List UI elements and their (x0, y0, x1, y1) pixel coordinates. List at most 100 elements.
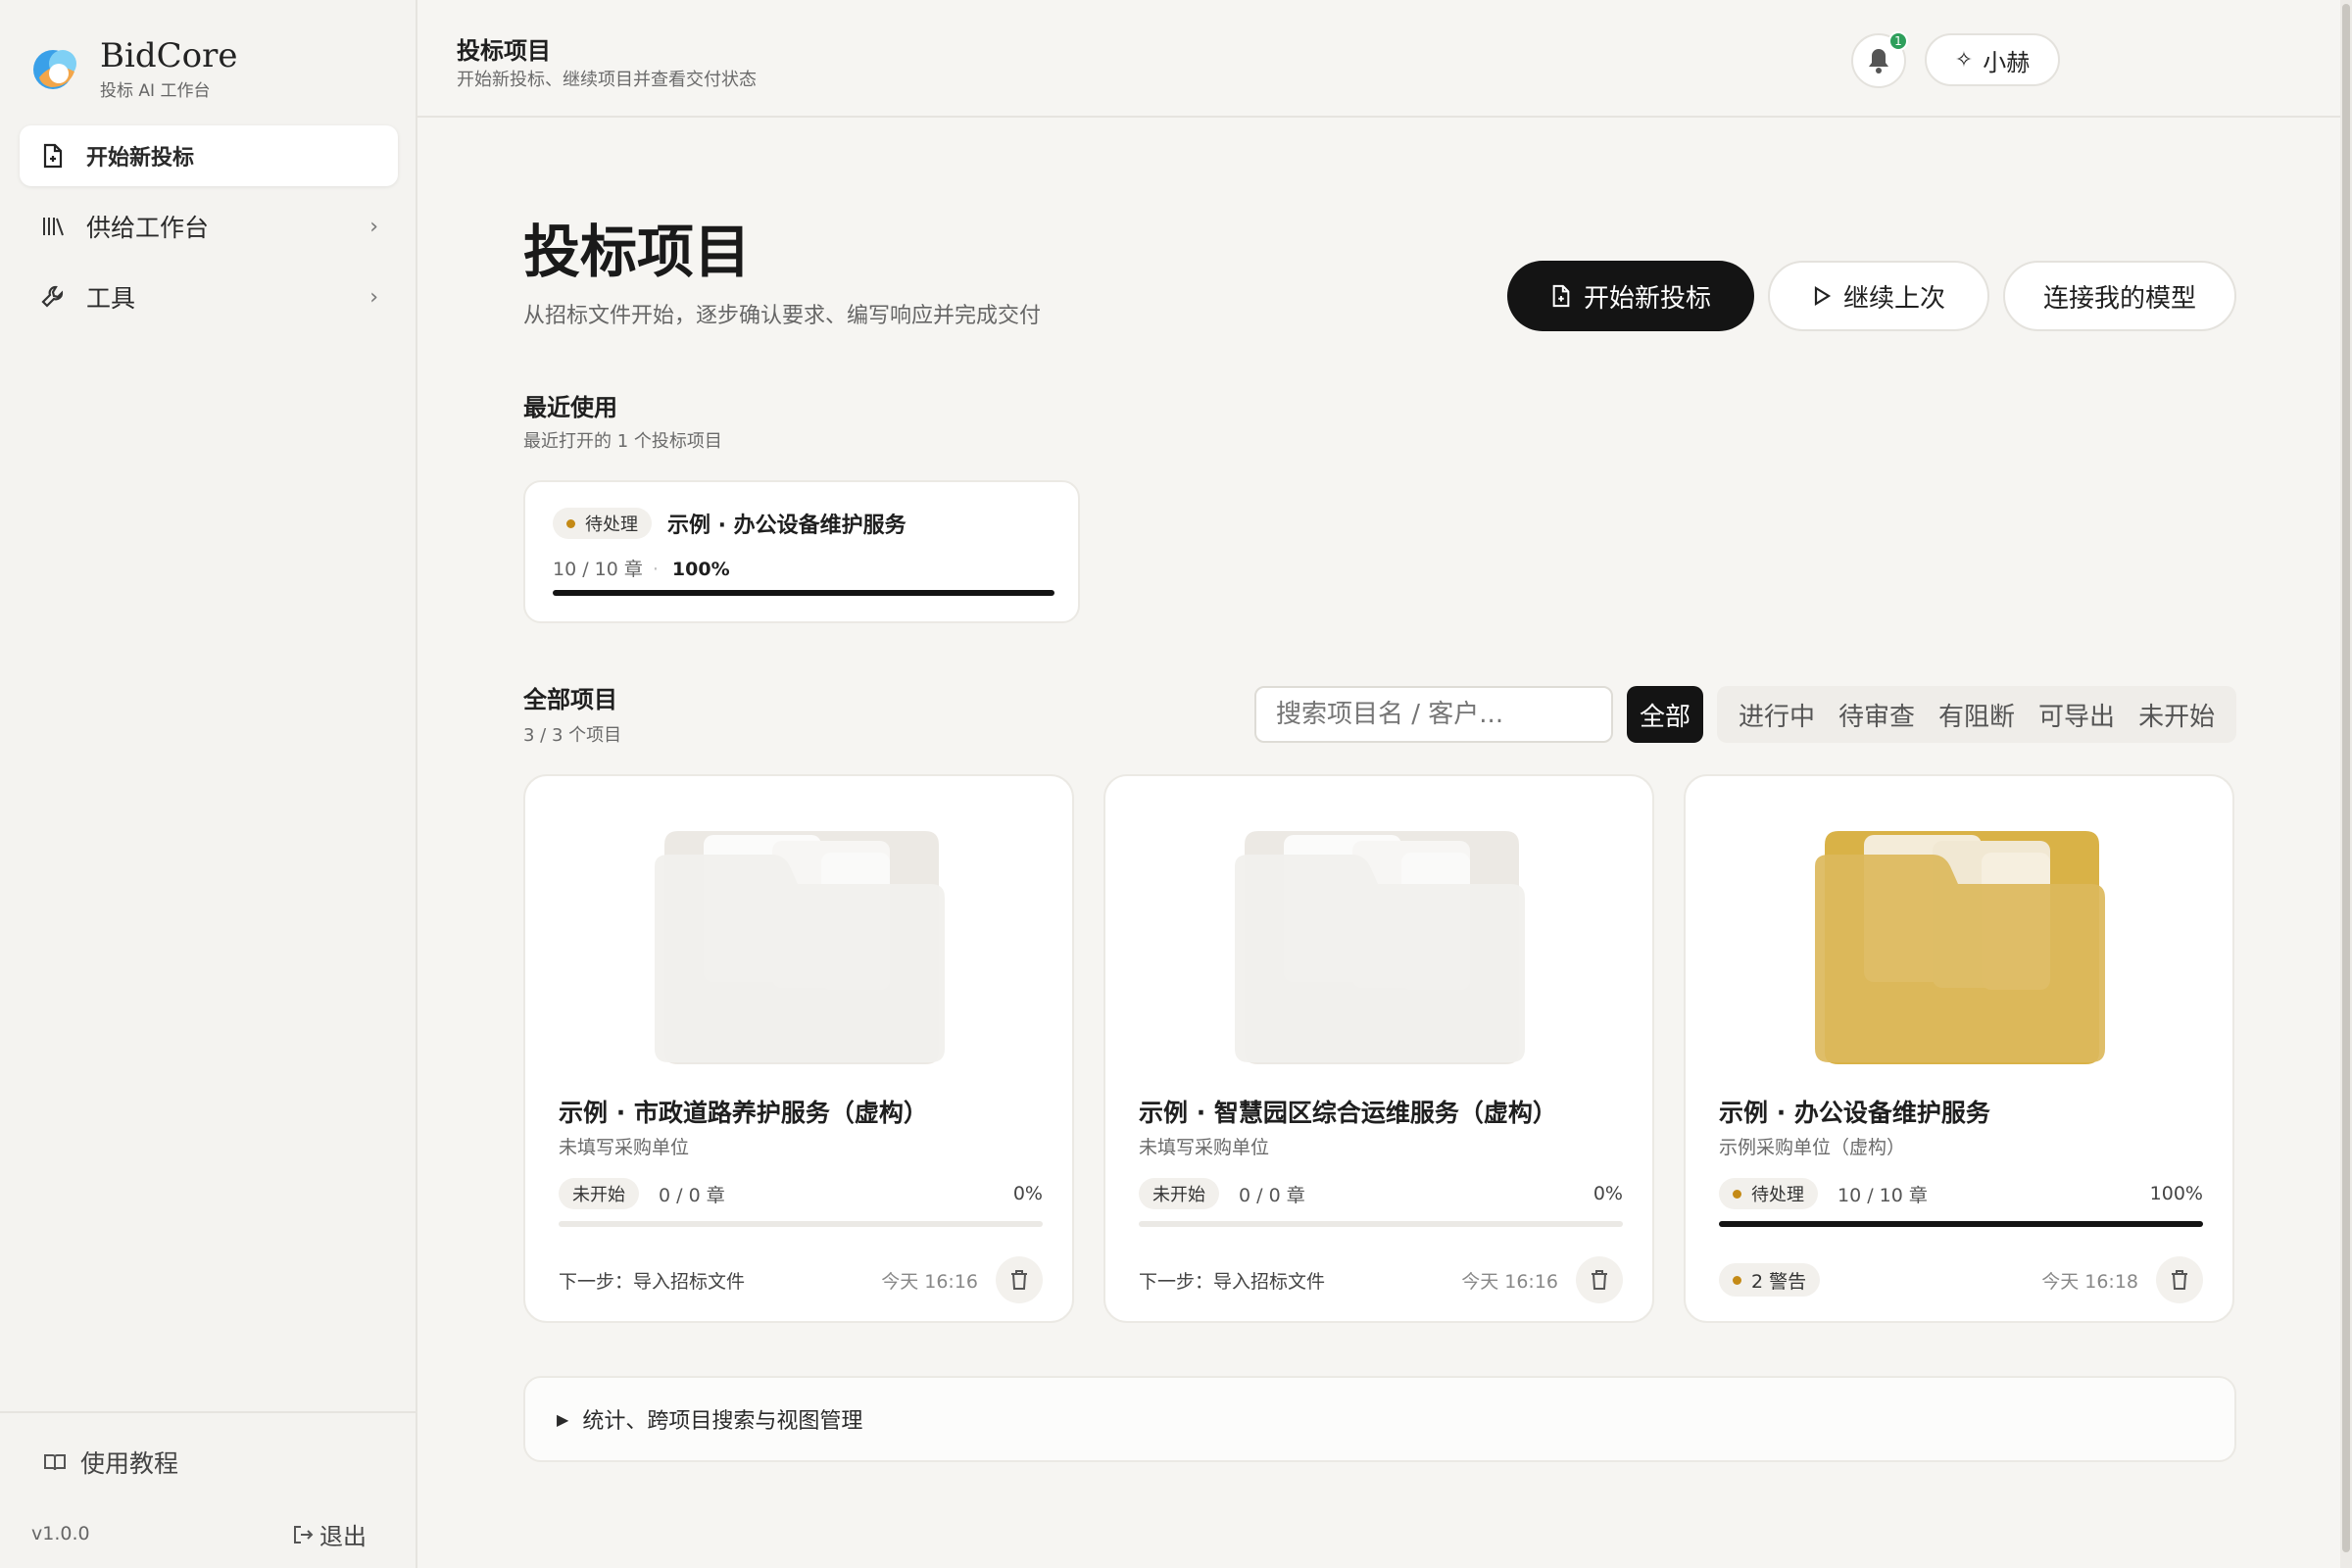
project-title: 示例 · 办公设备维护服务 (1719, 1099, 1990, 1127)
sidebar-item-label: 开始新投标 (86, 146, 195, 171)
filter-tab-pending-review[interactable]: 待审查 (1827, 697, 1927, 733)
project-status-row: 待处理 10 / 10 章 100% (1719, 1178, 2203, 1209)
stats-collapse-label: 统计、跨项目搜索与视图管理 (582, 1409, 863, 1434)
tutorial-label: 使用教程 (80, 1449, 179, 1478)
user-name: 小赫 (1983, 48, 2031, 76)
sidebar-item-supply-workbench[interactable]: 供给工作台 › (20, 196, 398, 257)
sidebar-nav: 开始新投标 供给工作台 › 工具 › (20, 125, 398, 337)
filter-tab-exportable[interactable]: 可导出 (2027, 697, 2127, 733)
project-footer: 2 警告 今天 16:18 (1719, 1256, 2203, 1303)
new-file-icon (1552, 284, 1570, 308)
progress-bar (553, 590, 1054, 596)
recent-section-subtitle: 最近打开的 1 个投标项目 (523, 431, 722, 452)
status-badge: 待处理 (553, 508, 652, 539)
logout-icon (294, 1525, 314, 1544)
new-file-icon (39, 142, 67, 170)
folder-icon (1235, 831, 1525, 1064)
version-label: v1.0.0 (31, 1523, 90, 1544)
progress-percent: 0% (1592, 1183, 1623, 1204)
filter-tab-not-started[interactable]: 未开始 (2127, 697, 2227, 733)
status-badge: 未开始 (1139, 1178, 1219, 1209)
status-badge: 未开始 (559, 1178, 639, 1209)
stats-collapse-toggle[interactable]: ▶ 统计、跨项目搜索与视图管理 (523, 1376, 2236, 1462)
sidebar-item-label: 工具 (86, 284, 136, 313)
chevron-right-icon: › (369, 214, 378, 239)
progress-track (559, 1221, 1043, 1227)
new-bid-label: 开始新投标 (1583, 283, 1711, 314)
scrollbar-thumb[interactable] (2342, 4, 2350, 1552)
project-title: 示例 · 智慧园区综合运维服务（虚构） (1139, 1099, 1557, 1127)
chapter-count: 0 / 0 章 (1239, 1184, 1305, 1206)
updated-time: 今天 16:18 (2041, 1270, 2138, 1293)
next-step: 下一步：导入招标文件 (559, 1270, 746, 1293)
delete-button[interactable] (996, 1256, 1043, 1303)
status-dot (566, 518, 575, 528)
folder-icon (1815, 831, 2105, 1064)
status-label: 待处理 (585, 514, 638, 535)
book-icon (44, 1454, 66, 1471)
project-status-row: 未开始 0 / 0 章 0% (1139, 1178, 1623, 1209)
project-card[interactable]: 示例 · 市政道路养护服务（虚构） 未填写采购单位 未开始 0 / 0 章 0%… (523, 774, 1074, 1323)
progress-track (1719, 1221, 2203, 1227)
project-search-input[interactable] (1254, 686, 1613, 743)
all-projects-title: 全部项目 (523, 686, 617, 713)
page-title: 投标项目 (523, 219, 752, 285)
warning-badge[interactable]: 2 警告 (1719, 1263, 1821, 1297)
user-menu-button[interactable]: ✧ 小赫 (1925, 33, 2060, 86)
warning-label: 2 警告 (1751, 1270, 1807, 1293)
status-badge: 待处理 (1719, 1178, 1818, 1209)
logout-label: 退出 (319, 1523, 367, 1550)
recent-project-card[interactable]: 待处理 示例 · 办公设备维护服务 10 / 10 章 · 100% (523, 480, 1080, 623)
tutorial-link[interactable]: 使用教程 (43, 1445, 178, 1480)
notification-button[interactable]: 1 (1851, 31, 1908, 88)
separator-dot: · (652, 559, 659, 580)
delete-button[interactable] (2156, 1256, 2203, 1303)
project-client: 未填写采购单位 (1139, 1137, 1270, 1158)
project-footer: 下一步：导入招标文件 今天 16:16 (1139, 1256, 1623, 1303)
folder-icon (655, 831, 945, 1064)
delete-button[interactable] (1576, 1256, 1623, 1303)
connect-model-button[interactable]: 连接我的模型 (2003, 261, 2236, 331)
progress-percent: 100% (671, 559, 730, 580)
continue-label: 继续上次 (1842, 283, 1945, 314)
sidebar-item-tools[interactable]: 工具 › (20, 267, 398, 327)
sidebar-item-label: 供给工作台 (86, 214, 210, 242)
continue-last-button[interactable]: 继续上次 (1768, 261, 1989, 331)
sidebar-footer: 使用教程 v1.0.0 退出 (0, 1411, 417, 1550)
project-client: 示例采购单位（虚构） (1719, 1137, 1906, 1158)
notification-badge: 1 (1888, 31, 1908, 51)
filter-tab-blocked[interactable]: 有阻断 (1927, 697, 2027, 733)
next-step: 下一步：导入招标文件 (1139, 1270, 1326, 1293)
recent-section-title: 最近使用 (523, 394, 617, 421)
project-card[interactable]: 示例 · 办公设备维护服务 示例采购单位（虚构） 待处理 10 / 10 章 1… (1684, 774, 2234, 1323)
filter-tab-all[interactable]: 全部 (1627, 686, 1703, 743)
project-card[interactable]: 示例 · 智慧园区综合运维服务（虚构） 未填写采购单位 未开始 0 / 0 章 … (1103, 774, 1654, 1323)
trash-icon (2172, 1270, 2187, 1290)
header-subtitle: 开始新投标、继续项目并查看交付状态 (457, 70, 757, 90)
page-subtitle: 从招标文件开始，逐步确认要求、编写响应并完成交付 (523, 304, 1042, 328)
progress-percent: 0% (1012, 1183, 1043, 1204)
recent-project-name: 示例 · 办公设备维护服务 (667, 514, 906, 538)
chapter-count: 10 / 10 章 (553, 559, 643, 580)
trash-icon (1592, 1270, 1607, 1290)
project-footer: 下一步：导入招标文件 今天 16:16 (559, 1256, 1043, 1303)
brand-subtitle: 投标 AI 工作台 (100, 81, 211, 101)
progress-percent: 100% (2149, 1183, 2203, 1204)
new-bid-button[interactable]: 开始新投标 (1507, 261, 1754, 331)
sidebar-item-new-bid[interactable]: 开始新投标 (20, 125, 398, 186)
sidebar: BidCore 投标 AI 工作台 开始新投标 供给工作台 › 工具 › 使用教… (0, 0, 417, 1568)
filter-tab-in-progress[interactable]: 进行中 (1727, 697, 1827, 733)
warning-area: 2 警告 (1719, 1263, 2041, 1297)
updated-time: 今天 16:16 (881, 1270, 978, 1293)
brand[interactable]: BidCore 投标 AI 工作台 (29, 37, 237, 101)
top-header: 投标项目 开始新投标、继续项目并查看交付状态 1 ✧ 小赫 (417, 0, 2340, 118)
header-title: 投标项目 (457, 37, 551, 65)
all-projects-count: 3 / 3 个项目 (523, 725, 622, 746)
logout-button[interactable]: 退出 (292, 1517, 367, 1551)
bell-icon (1869, 49, 1888, 74)
library-icon (39, 213, 67, 240)
project-status-row: 未开始 0 / 0 章 0% (559, 1178, 1043, 1209)
chevron-right-icon: › (369, 284, 378, 310)
project-title: 示例 · 市政道路养护服务（虚构） (559, 1099, 928, 1127)
connect-model-label: 连接我的模型 (2042, 283, 2196, 314)
